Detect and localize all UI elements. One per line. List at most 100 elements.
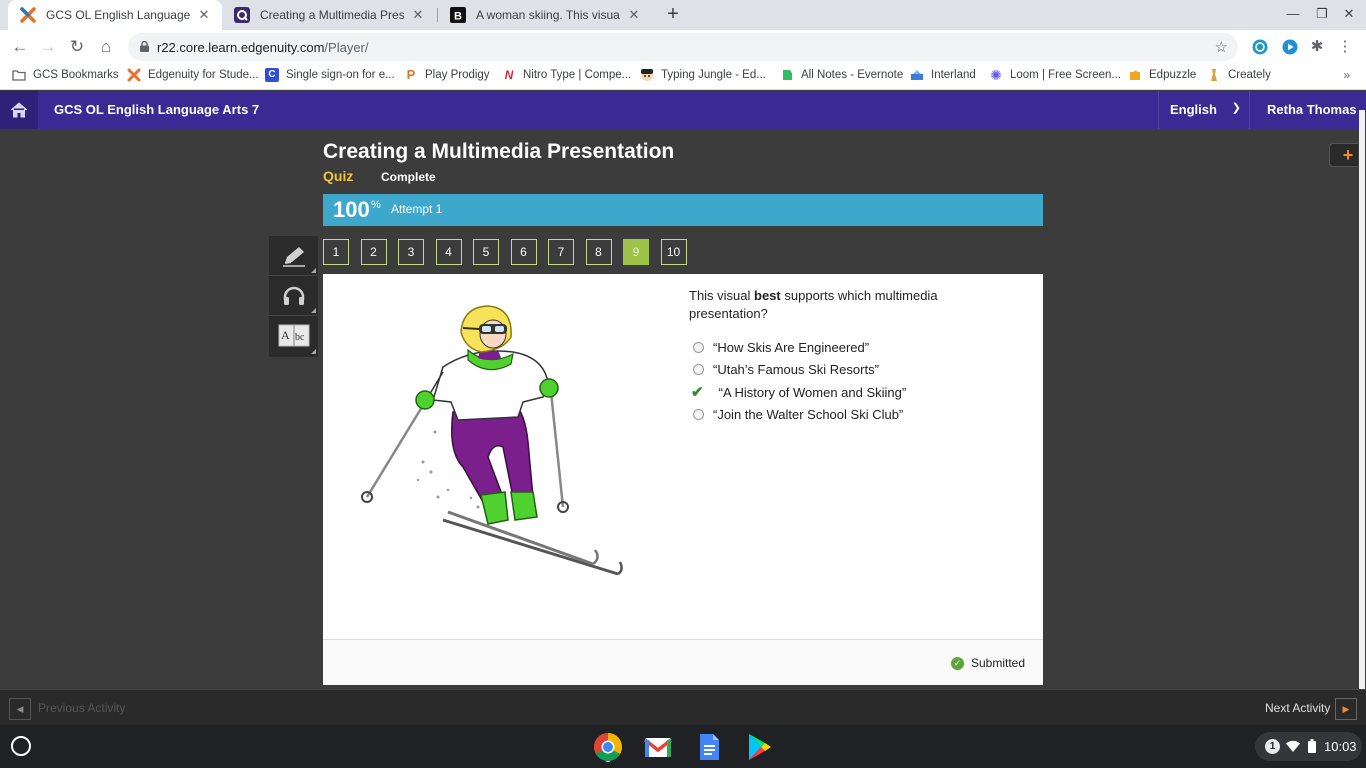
- bookmark-label: Edgenuity for Stude...: [148, 69, 259, 81]
- chrome-icon[interactable]: [593, 732, 623, 762]
- new-tab-icon[interactable]: +: [662, 4, 684, 26]
- bookmark-label: Interland: [931, 69, 976, 81]
- bookmark-evernote[interactable]: All Notes - Evernote: [780, 68, 903, 82]
- reload-icon[interactable]: ↻: [66, 36, 88, 58]
- bookmark-label: GCS Bookmarks: [33, 69, 119, 81]
- bookmark-edgenuity[interactable]: Edgenuity for Stude...: [127, 68, 259, 82]
- bookmark-nitrotype[interactable]: N Nitro Type | Compe...: [502, 68, 632, 82]
- audio-button[interactable]: [269, 276, 318, 316]
- question-button-2[interactable]: 2: [360, 239, 387, 265]
- extension-play-icon[interactable]: [1282, 39, 1298, 55]
- close-tab-icon[interactable]: ✕: [626, 7, 642, 23]
- bookmark-classlink[interactable]: C Single sign-on for e...: [265, 68, 395, 82]
- radio-button[interactable]: [693, 341, 704, 353]
- answer-choice[interactable]: “Utah’s Famous Ski Resorts”: [689, 359, 906, 382]
- prompt-text: This visual: [689, 288, 755, 303]
- tab-title: A woman skiing. This visual best: [476, 8, 620, 22]
- notification-count[interactable]: 1: [1265, 739, 1280, 754]
- question-button-4[interactable]: 4: [435, 239, 462, 265]
- language-select[interactable]: English ❯: [1158, 91, 1250, 129]
- score-value: 100: [333, 197, 370, 222]
- gmail-icon[interactable]: [643, 732, 673, 762]
- back-icon[interactable]: ←: [9, 36, 31, 58]
- question-button-1[interactable]: 1: [323, 239, 349, 265]
- launcher-icon[interactable]: [11, 736, 31, 756]
- bookmark-star-icon[interactable]: ☆: [1215, 38, 1228, 56]
- question-button-10[interactable]: 10: [660, 239, 687, 265]
- bookmark-loom[interactable]: ✺ Loom | Free Screen...: [989, 68, 1121, 82]
- svg-text:B: B: [454, 11, 462, 23]
- next-activity-label[interactable]: Next Activity: [1265, 701, 1330, 715]
- close-tab-icon[interactable]: ✕: [410, 7, 426, 23]
- creately-icon: [1211, 69, 1217, 81]
- language-label: English: [1170, 102, 1217, 117]
- svg-text:A: A: [281, 328, 290, 342]
- browser-tab-search[interactable]: B A woman skiing. This visual best ✕: [438, 0, 652, 30]
- battery-icon: [1308, 739, 1316, 753]
- corner-indicator: [311, 268, 316, 273]
- activity-type: Quiz: [323, 168, 354, 184]
- bookmark-gcs[interactable]: GCS Bookmarks: [12, 68, 119, 82]
- question-button-9[interactable]: 9: [623, 239, 649, 265]
- prompt-emphasis: best: [754, 288, 781, 303]
- close-window-icon[interactable]: ✕: [1339, 6, 1359, 22]
- edgenuity-icon: [20, 7, 36, 23]
- home-icon[interactable]: ⌂: [95, 36, 117, 58]
- quizlet-icon: [234, 7, 250, 23]
- course-home-button[interactable]: [0, 91, 38, 129]
- address-bar[interactable]: r22.core.learn.edgenuity.com/Player/ ☆: [128, 33, 1238, 61]
- question-button-5[interactable]: 5: [473, 239, 499, 265]
- close-tab-icon[interactable]: ✕: [196, 7, 212, 23]
- dictionary-icon: A bc: [278, 324, 309, 347]
- browser-toolbar: ← → ↻ ⌂ r22.core.learn.edgenuity.com/Pla…: [0, 30, 1366, 63]
- next-activity-button[interactable]: ▶: [1335, 698, 1357, 720]
- browser-tab-course[interactable]: GCS OL English Language Arts 7 ✕: [8, 0, 222, 30]
- radio-button[interactable]: [693, 364, 704, 376]
- scrollbar-thumb[interactable]: [1359, 110, 1365, 690]
- question-button-8[interactable]: 8: [585, 239, 612, 265]
- bookmarks-bar: GCS Bookmarks Edgenuity for Stude... C S…: [0, 63, 1366, 90]
- bookmark-typing-jungle[interactable]: Typing Jungle - Ed...: [640, 68, 766, 82]
- answer-choice[interactable]: “Join the Walter School Ski Club”: [689, 404, 906, 427]
- restore-icon[interactable]: ❐: [1312, 6, 1332, 22]
- question-panel: This visual best supports which multimed…: [323, 274, 1043, 685]
- tab-title: GCS OL English Language Arts 7: [46, 8, 190, 22]
- corner-indicator: [311, 349, 316, 354]
- play-store-icon[interactable]: [744, 732, 774, 762]
- check-circle-icon: ✓: [950, 656, 964, 670]
- extensions-puzzle-icon[interactable]: ✱: [1306, 36, 1328, 58]
- minimize-icon[interactable]: —: [1283, 6, 1303, 21]
- browser-menu-icon[interactable]: ⋮: [1334, 36, 1356, 58]
- answer-text: “A History of Women and Skiing”: [715, 384, 907, 400]
- system-tray[interactable]: 1 10:03: [1255, 732, 1362, 761]
- checkmark-icon: ✔: [691, 384, 704, 402]
- question-footer: ✓ Submitted: [323, 639, 1043, 685]
- previous-activity-button[interactable]: ◀: [9, 698, 31, 720]
- previous-activity-label[interactable]: Previous Activity: [38, 701, 125, 715]
- submitted-label: Submitted: [970, 656, 1025, 670]
- dictionary-button[interactable]: A bc: [269, 316, 318, 356]
- browser-tab-presentation[interactable]: Creating a Multimedia Presentati ✕: [222, 0, 436, 30]
- bookmark-interland[interactable]: Interland: [910, 68, 976, 82]
- question-prompt: This visual best supports which multimed…: [689, 287, 989, 323]
- woman-skiing-image: [361, 305, 623, 576]
- bookmark-prodigy[interactable]: P Play Prodigy: [404, 68, 490, 82]
- answer-choice[interactable]: “How Skis Are Engineered”: [689, 336, 906, 359]
- bookmark-creately[interactable]: Creately: [1207, 68, 1271, 82]
- docs-icon[interactable]: [694, 732, 724, 762]
- highlighter-button[interactable]: [269, 236, 318, 276]
- question-button-3[interactable]: 3: [398, 239, 424, 265]
- bookmark-label: Typing Jungle - Ed...: [661, 69, 766, 81]
- browser-tab-strip: GCS OL English Language Arts 7 ✕ Creatin…: [0, 0, 1366, 30]
- bookmark-edpuzzle[interactable]: Edpuzzle: [1128, 68, 1196, 82]
- question-button-7[interactable]: 7: [548, 239, 574, 265]
- prodigy-icon: P: [406, 67, 416, 82]
- question-button-6[interactable]: 6: [510, 239, 537, 265]
- user-name[interactable]: Retha Thomas: [1267, 102, 1357, 117]
- radio-button[interactable]: [693, 409, 704, 421]
- extension-globe-icon[interactable]: [1252, 39, 1268, 55]
- more-bookmarks-icon[interactable]: »: [1343, 68, 1350, 82]
- nitrotype-icon: N: [504, 68, 514, 82]
- answer-choice-selected[interactable]: ✔ “A History of Women and Skiing”: [689, 381, 906, 404]
- forward-icon[interactable]: →: [37, 36, 59, 58]
